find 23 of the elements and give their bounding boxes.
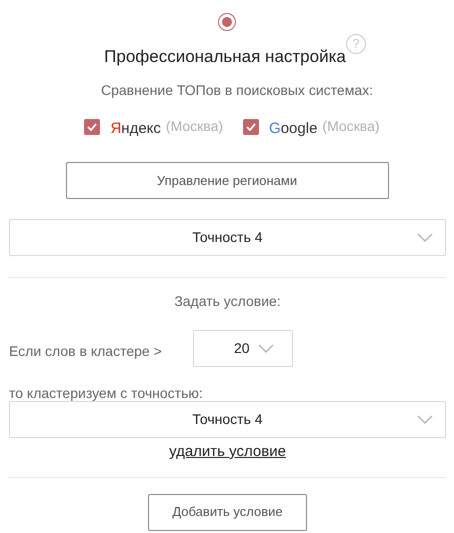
check-icon [87, 123, 98, 132]
chevron-down-icon [417, 232, 433, 242]
chevron-down-icon [258, 344, 274, 354]
section-title: Профессиональная настройка [104, 46, 346, 68]
condition-heading: Задать условие: [174, 292, 281, 311]
condition-label: Если слов в кластере > [9, 342, 163, 361]
compare-label: Сравнение ТОПов в поисковых системах: [101, 80, 373, 100]
condition-label: то кластеризуем с точностью: [9, 385, 204, 401]
check-icon [246, 123, 256, 132]
add-condition-button[interactable]: Добавить условие [148, 494, 307, 530]
checkbox[interactable] [84, 119, 100, 136]
delete-condition-link[interactable]: удалить условие [169, 441, 286, 464]
count-select[interactable]: 20 [193, 330, 293, 367]
regions-button[interactable]: Управление регионами [66, 162, 388, 199]
radio-button[interactable] [218, 13, 236, 31]
accuracy-select[interactable]: Точность 4 [9, 401, 446, 438]
region-label: (Москва) [166, 116, 224, 136]
region-label: (Москва) [322, 116, 380, 136]
checkbox[interactable] [243, 119, 260, 136]
engine-name: Яндекс [110, 118, 161, 138]
engine-name: Google [269, 118, 318, 138]
chevron-down-icon [417, 414, 433, 424]
accuracy-select[interactable]: Точность 4 [9, 219, 446, 256]
